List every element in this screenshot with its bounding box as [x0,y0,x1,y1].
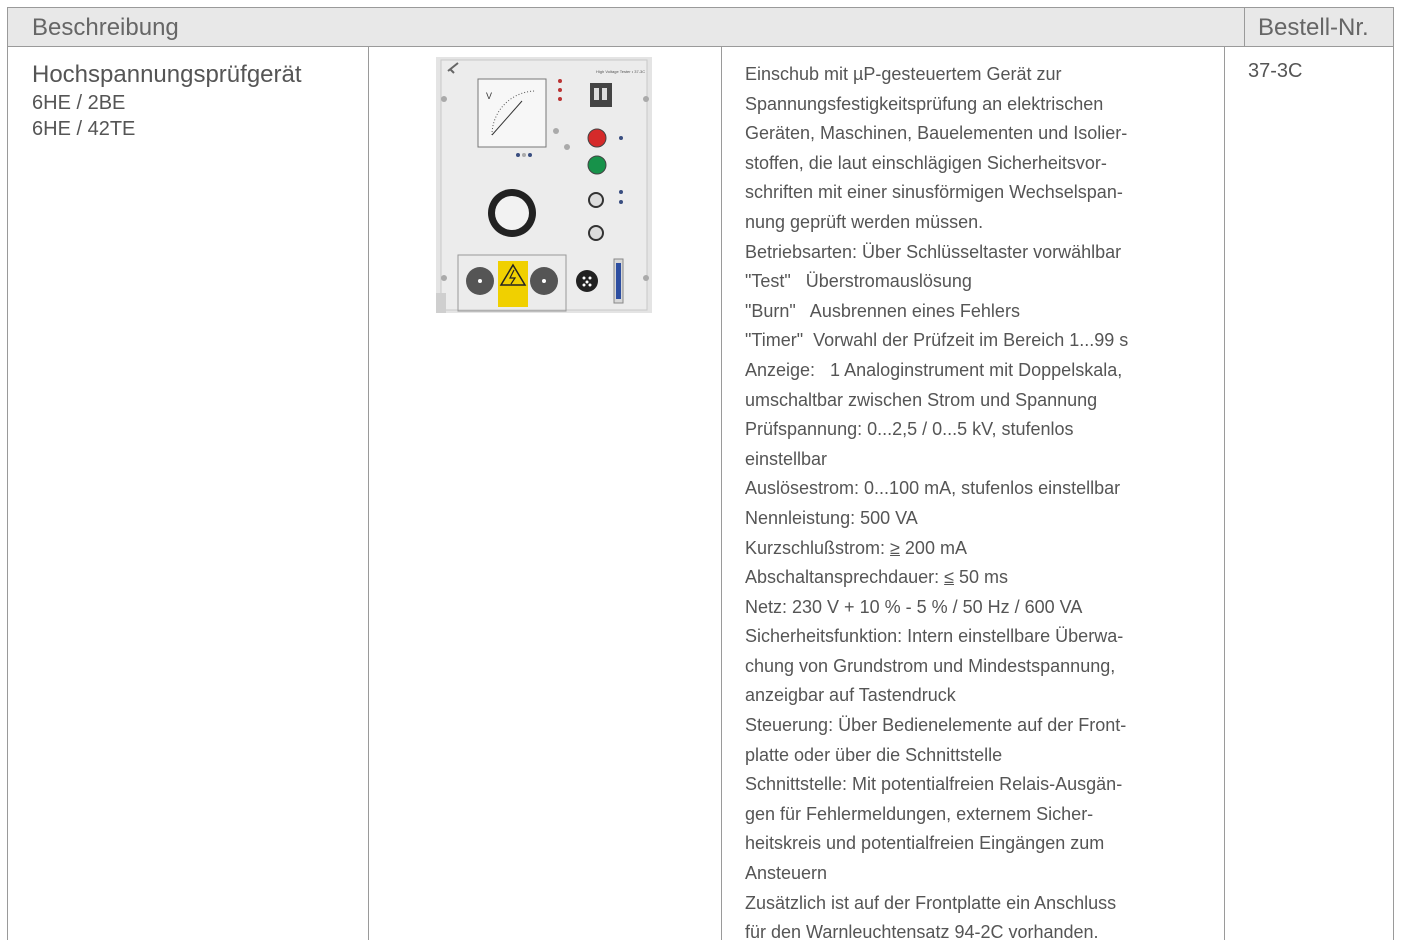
screw-icon [643,96,649,102]
description-line: Schnittstelle: Mit potentialfreien Relai… [745,774,1123,795]
header-order-number: Bestell-Nr. [1244,8,1402,46]
order-number: 37-3C [1248,60,1303,82]
description-line: "Test" Überstromauslösung [745,271,972,292]
description-line: Spannungsfestigkeitsprüfung an elektrisc… [745,93,1104,114]
screw-icon [643,275,649,281]
table-border-left [7,47,8,940]
column-divider [1224,47,1225,940]
column-divider [721,47,722,940]
description-line: heitskreis und potentialfreien Eingängen… [745,833,1105,854]
description-line: Geräten, Maschinen, Bauelementen und Iso… [745,123,1128,144]
description-line: umschaltbar zwischen Strom und Spannung [745,389,1098,410]
description-line: Zusätzlich ist auf der Frontplatte ein A… [745,892,1117,913]
stop-button [587,128,607,148]
product-table: Beschreibung Bestell-Nr. Hochspannungspr… [0,0,1402,942]
description-line: Nennleistung: 500 VA [745,507,918,528]
description-line: gen für Fehlermeldungen, externem Sicher… [745,803,1094,824]
description-line: chung von Grundstrom und Mindestspannung… [745,655,1116,676]
product-cell: Hochspannungsprüfgerät 6HE / 2BE 6HE / 4… [32,60,362,142]
description-line: Anzeige: 1 Analoginstrument mit Doppelsk… [745,359,1123,380]
header-description: Beschreibung [32,14,179,41]
max-symbol: ≤ [944,567,955,588]
description-line: schriften mit einer sinusförmigen Wechse… [745,182,1123,203]
cutoff-value: 50 ms [954,567,1009,588]
table-border-right [1393,47,1394,940]
screw-icon [441,275,447,281]
description-line: Steuerung: Über Bedienelemente auf der F… [745,715,1127,736]
description-line: Auslösestrom: 0...100 mA, stufenlos eins… [745,478,1121,499]
column-divider [368,47,369,940]
cutoff-label: Abschaltansprechdauer: [745,567,945,588]
description-line: nung geprüft werden müssen. [745,211,984,232]
panel-title: High Voltage Tester • 37-3C [596,69,645,74]
cutoff-line: Abschaltansprechdauer: ≤ 50 ms [745,563,1215,593]
min-symbol: ≥ [890,537,900,558]
description-cell: Einschub mit µP-gesteuertem Gerät zur Sp… [745,60,1215,948]
start-button [587,155,607,175]
screw-icon [441,96,447,102]
description-line: platte oder über die Schnittstelle [745,744,1003,765]
short-circuit-label: Kurzschlußstrom: [745,537,891,558]
description-line: Ansteuern [745,863,828,884]
description-line: Einschub mit µP-gesteuertem Gerät zur [745,64,1062,84]
product-name: Hochspannungsprüfgerät [32,61,302,88]
description-line: für den Warnleuchtensatz 94-2C vorhanden… [745,922,1099,943]
meter-symbol: V [486,91,492,101]
description-line: "Timer" Vorwahl der Prüfzeit im Bereich … [745,330,1129,351]
selector-switch [588,192,604,208]
selector-switch [588,225,604,241]
description-line: stoffen, die laut einschlägigen Sicherhe… [745,152,1107,173]
description-line: Betriebsarten: Über Schlüsseltaster vorw… [745,241,1122,262]
description-line: einstellbar [745,448,828,469]
description-line: Prüfspannung: 0...2,5 / 0...5 kV, stufen… [745,419,1074,440]
sub-d-connector [616,263,621,299]
description-line: "Burn" Ausbrennen eines Fehlers [745,300,1020,321]
product-variant: 6HE / 42TE [32,118,136,140]
short-circuit-value: 200 mA [899,537,967,558]
description-line: Sicherheitsfunktion: Intern einstellbare… [745,626,1124,647]
key-switch [590,83,612,107]
device-photo: High Voltage Tester • 37-3C V [436,57,652,313]
description-line: anzeigbar auf Tastendruck [745,685,956,706]
short-circuit-line: Kurzschlußstrom: ≥ 200 mA [745,534,1215,564]
table-header: Beschreibung Bestell-Nr. [7,7,1394,47]
product-variant: 6HE / 2BE [32,92,126,114]
description-line: Netz: 230 V + 10 % - 5 % / 50 Hz / 600 V… [745,596,1083,617]
